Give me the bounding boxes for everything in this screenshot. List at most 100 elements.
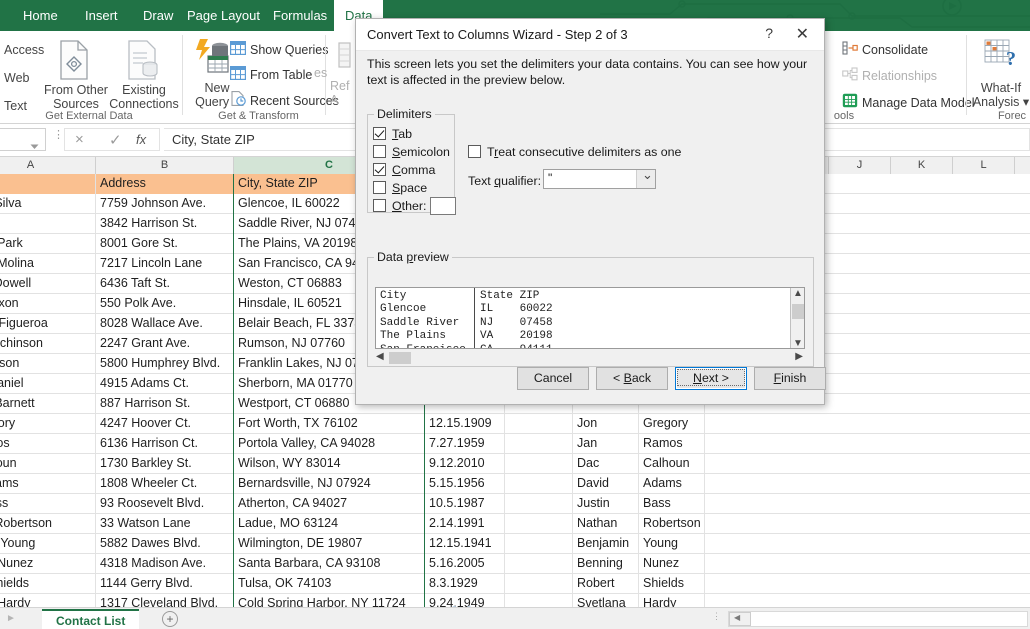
cell-A7[interactable]: dy Nixon <box>0 294 96 314</box>
cell-B3[interactable]: 3842 Harrison St. <box>96 214 234 234</box>
cell-B8[interactable]: 8028 Wallace Ave. <box>96 314 234 334</box>
help-icon[interactable]: ? <box>765 25 773 41</box>
cell-B20[interactable]: 4318 Madison Ave. <box>96 554 234 574</box>
from-other-sources-label[interactable]: From Other <box>36 83 116 97</box>
scroll-down-icon[interactable]: ▼ <box>793 338 803 349</box>
cell-E15[interactable] <box>505 454 573 474</box>
cell-E13[interactable] <box>505 414 573 434</box>
cell-F20[interactable]: Benning <box>573 554 639 574</box>
cell-B12[interactable]: 887 Harrison St. <box>96 394 234 414</box>
cell-G19[interactable]: Young <box>639 534 705 554</box>
cell-B5[interactable]: 7217 Lincoln Lane <box>96 254 234 274</box>
cell-A12[interactable]: nda Barnett <box>0 394 96 414</box>
from-table-item[interactable]: From Table <box>230 66 312 84</box>
cell-B19[interactable]: 5882 Dawes Blvd. <box>96 534 234 554</box>
tab-formulas[interactable]: Formulas <box>262 0 338 31</box>
tab-home[interactable]: Home <box>12 0 69 31</box>
cell-B21[interactable]: 1144 Gerry Blvd. <box>96 574 234 594</box>
data-preview-horizontal-scrollbar[interactable]: ◀ ▶ <box>375 351 805 365</box>
scroll-grip[interactable]: ⋮ <box>712 614 721 618</box>
data-preview-vertical-scrollbar[interactable]: ▲ ▼ <box>790 288 804 349</box>
insert-function-icon[interactable]: fx <box>136 132 146 147</box>
what-if-analysis-label[interactable]: What-If <box>970 81 1030 95</box>
checkbox-other-box[interactable] <box>373 199 386 212</box>
refresh-all-label[interactable]: Ref <box>330 79 349 93</box>
cell-A20[interactable]: ning Nunez <box>0 554 96 574</box>
from-web-label[interactable]: Web <box>4 71 29 85</box>
cell-D14[interactable]: 7.27.1959 <box>425 434 505 454</box>
data-preview-box[interactable]: City Glencoe Saddle River The Plains San… <box>375 287 805 349</box>
column-header-b[interactable]: B <box>96 157 234 174</box>
cancel-formula-icon[interactable]: × <box>75 131 84 148</box>
checkbox-comma-box[interactable] <box>373 163 386 176</box>
cell-E17[interactable] <box>505 494 573 514</box>
back-button[interactable]: < Back <box>596 367 668 390</box>
cell-E16[interactable] <box>505 474 573 494</box>
cell-G20[interactable]: Nunez <box>639 554 705 574</box>
existing-connections-sublabel[interactable]: Connections <box>100 97 188 111</box>
other-delimiter-input[interactable] <box>430 197 456 215</box>
cell-C21[interactable]: Tulsa, OK 74103 <box>234 574 425 594</box>
cell-C17[interactable]: Atherton, CA 94027 <box>234 494 425 514</box>
cell-C18[interactable]: Ladue, MO 63124 <box>234 514 425 534</box>
data-preview-vscroll-thumb[interactable] <box>792 304 804 319</box>
text-qualifier-select[interactable]: " <box>543 169 656 189</box>
cell-E20[interactable] <box>505 554 573 574</box>
next-button[interactable]: Next > <box>675 367 747 390</box>
from-other-sources-icon[interactable] <box>56 39 92 81</box>
horizontal-scrollbar-thumb[interactable] <box>729 612 751 626</box>
cell-G22[interactable]: Hardy <box>639 594 705 607</box>
cell-A4[interactable]: othy Park <box>0 234 96 254</box>
cell-F16[interactable]: David <box>573 474 639 494</box>
name-box-chevron-icon[interactable] <box>30 137 39 155</box>
cell-F15[interactable]: Dac <box>573 454 639 474</box>
scroll-right-icon[interactable]: ▶ <box>795 351 803 362</box>
cell-A10[interactable]: a Nelson <box>0 354 96 374</box>
cell-B22[interactable]: 1317 Cleveland Blvd. <box>96 594 234 607</box>
checkbox-semicolon-box[interactable] <box>373 145 386 158</box>
cell-A18[interactable]: han Robertson <box>0 514 96 534</box>
checkbox-tab-box[interactable] <box>373 127 386 140</box>
refresh-all-sublabel[interactable]: A <box>330 93 338 107</box>
cell-A5[interactable]: nael Molina <box>0 254 96 274</box>
cell-G17[interactable]: Bass <box>639 494 705 514</box>
cell-B15[interactable]: 1730 Barkley St. <box>96 454 234 474</box>
cell-B10[interactable]: 5800 Humphrey Blvd. <box>96 354 234 374</box>
cell-D18[interactable]: 2.14.1991 <box>425 514 505 534</box>
cell-D21[interactable]: 8.3.1929 <box>425 574 505 594</box>
existing-connections-icon[interactable] <box>125 39 161 81</box>
cell-C22[interactable]: Cold Spring Harbor, NY 11724 <box>234 594 425 607</box>
cell-B4[interactable]: 8001 Gore St. <box>96 234 234 254</box>
cell-B11[interactable]: 4915 Adams Ct. <box>96 374 234 394</box>
column-header-m[interactable]: M <box>1015 157 1030 174</box>
checkbox-other[interactable]: Other: <box>373 199 426 215</box>
cell-F17[interactable]: Justin <box>573 494 639 514</box>
cell-A17[interactable]: n Bass <box>0 494 96 514</box>
cell-B18[interactable]: 33 Watson Lane <box>96 514 234 534</box>
cell-G15[interactable]: Calhoun <box>639 454 705 474</box>
finish-button[interactable]: Finish <box>754 367 826 390</box>
chevron-down-icon-2[interactable]: ▾ <box>1023 95 1029 109</box>
cell-A14[interactable]: Ramos <box>0 434 96 454</box>
scroll-up-icon[interactable]: ▲ <box>793 288 803 299</box>
recent-sources-item[interactable]: Recent Sources <box>230 91 339 109</box>
show-queries-item[interactable]: Show Queries <box>230 41 329 59</box>
cell-B1[interactable]: Address <box>96 174 234 194</box>
cell-C20[interactable]: Santa Barbara, CA 93108 <box>234 554 425 574</box>
cell-A22[interactable]: lana Hardy <box>0 594 96 607</box>
tab-page-layout[interactable]: Page Layout <box>176 0 271 31</box>
cell-A11[interactable]: ert Daniel <box>0 374 96 394</box>
cell-A15[interactable]: Calhoun <box>0 454 96 474</box>
sheet-nav-arrows[interactable]: ► <box>6 613 16 624</box>
cell-C16[interactable]: Bernardsville, NJ 07924 <box>234 474 425 494</box>
enter-formula-icon[interactable]: ✓ <box>109 131 122 149</box>
manage-data-model-item[interactable]: Manage Data Model <box>842 93 975 111</box>
cell-A8[interactable]: hard Figueroa <box>0 314 96 334</box>
cell-G14[interactable]: Ramos <box>639 434 705 454</box>
checkbox-space-box[interactable] <box>373 181 386 194</box>
column-header-j[interactable]: J <box>829 157 891 174</box>
cell-F13[interactable]: Jon <box>573 414 639 434</box>
cell-C19[interactable]: Wilmington, DE 19807 <box>234 534 425 554</box>
from-access-label[interactable]: Access <box>4 43 44 57</box>
cell-D20[interactable]: 5.16.2005 <box>425 554 505 574</box>
